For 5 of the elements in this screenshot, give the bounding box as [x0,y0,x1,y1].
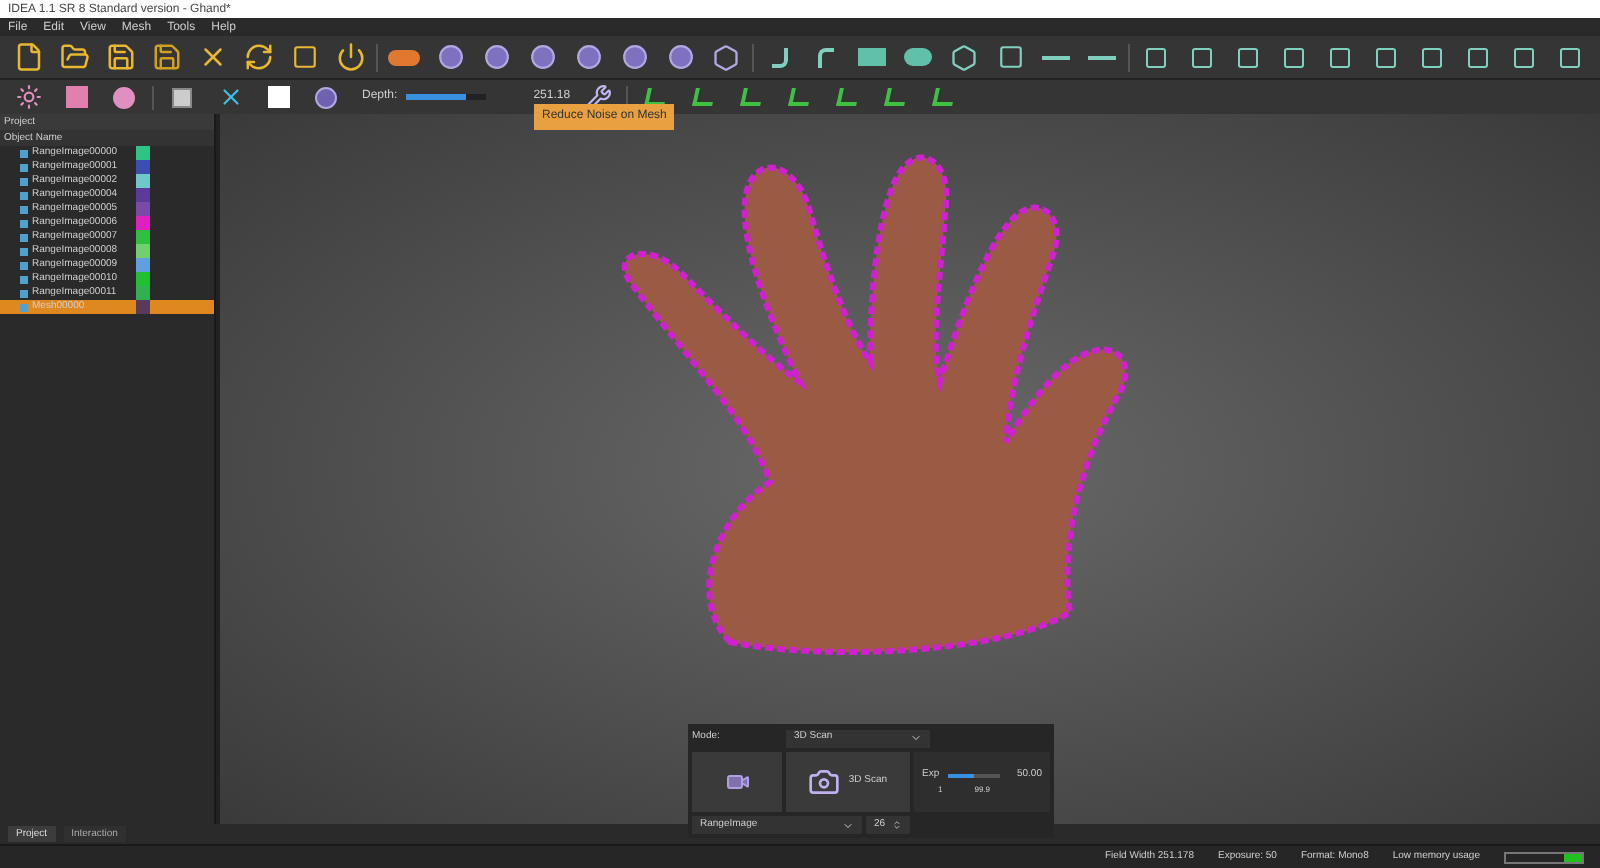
video-camera-icon [725,770,749,794]
depth-slider[interactable] [405,94,486,100]
video-button[interactable] [692,752,782,812]
camera-icon [808,766,841,798]
spinner-arrows-icon [892,820,902,830]
